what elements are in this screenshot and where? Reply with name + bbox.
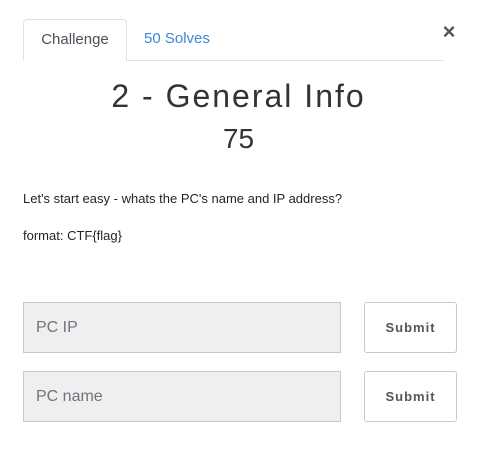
challenge-points: 75 xyxy=(222,123,255,154)
flag-format-hint: format: CTF{flag} xyxy=(23,228,122,243)
tab-solves[interactable]: 50 Solves xyxy=(128,19,226,61)
challenge-tabs: Challenge 50 Solves xyxy=(23,19,443,61)
submit-name-button[interactable]: Submit xyxy=(364,371,457,422)
challenge-description: Let's start easy - whats the PC's name a… xyxy=(23,191,343,206)
tab-challenge[interactable]: Challenge xyxy=(23,19,127,61)
submit-ip-button[interactable]: Submit xyxy=(364,302,457,353)
close-icon[interactable]: × xyxy=(440,19,458,45)
pc-name-input[interactable] xyxy=(23,371,341,422)
challenge-title: 2 - General Info xyxy=(111,78,366,114)
pc-ip-input[interactable] xyxy=(23,302,341,353)
